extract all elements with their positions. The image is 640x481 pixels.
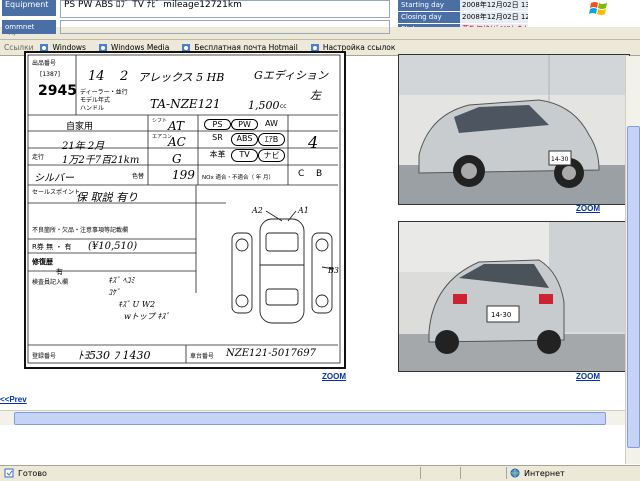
reg-label: 登録番号 [32,353,57,360]
chassis-value: TA-NZE121 [150,97,221,111]
vertical-scrollbar[interactable] [625,56,640,464]
year-value: 14 [88,69,105,84]
equip-code: PW [231,119,258,130]
mark-b3: B3 [327,266,339,275]
zone-text: Интернет [524,468,565,478]
page-done-icon [4,468,14,478]
handle-label: ハンドル [80,105,105,112]
sales-point-value: 保 取説 有り [76,191,138,204]
horizontal-scroll-thumb[interactable] [14,412,606,425]
starting-value: 2008年12月02日 13 [460,0,528,11]
inspection-value: 21年 2月 [62,141,105,152]
recycle-label: R券 無 ・ 有 [32,243,72,251]
equip-code: PS [204,119,231,130]
status-bar: Готово Интернет [0,465,640,481]
auction-sheet-image[interactable]: 出品番号 [1387] 2945 14 2 アレックス 5 HB Gエディション… [24,51,346,369]
cb-b: B [316,169,323,179]
zoom-link-sheet[interactable]: ZOOM [322,372,346,381]
car-front-image: 14-30 [399,55,629,204]
comment-value [60,20,390,34]
prev-link[interactable]: <<Prev [0,395,27,404]
defects-label: 不良箇所・欠品・注意事項等記載欄 [32,227,129,234]
starting-label: Starting day [398,0,460,11]
mark-a2: A2 [251,206,263,215]
closing-value: 2008年12月02日 12 [460,12,528,23]
mark-a1: A1 [297,206,309,215]
equip-code: AW [265,119,278,128]
repair-yes: 有 [56,268,63,276]
internet-zone-icon [510,468,520,478]
ac-value: AC [168,135,186,149]
plate-front: 14-30 [551,156,569,163]
reg-value: ﾄﾖ530 ﾌ 1430 [78,349,151,362]
cc-unit: cc [280,103,287,110]
cb-c: C [298,169,305,179]
lot-label: 出品番号 [32,60,57,67]
car-damage-diagram: A2 A1 B3 [231,206,339,324]
car-photo-rear[interactable]: 14-30 [398,221,630,372]
zoom-link-front[interactable]: ZOOM [576,204,600,213]
owner-value: 自家用 [66,122,94,132]
frame-value: NZE121-5017697 [226,348,316,359]
comment-label: ommnet [2,20,56,34]
color-code: 199 [172,168,195,182]
inspector-note: ｺｹﾞ [108,288,120,297]
car-rear-image: 14-30 [399,222,629,371]
doors-value: 左 [310,89,321,102]
plate-rear: 14-30 [491,311,511,319]
fuel-value: G [172,152,182,166]
equipment-value: PS PW ABS ﾛﾌﾞ TV ﾅﾋﾞ mileage12721km [60,0,390,18]
equip-code: ナビ [258,149,285,162]
color-label: 色替 [132,173,145,180]
equip-code: TV [231,149,258,162]
equipment-label: Equipment [2,0,56,16]
mileage-label: 走行 [32,154,45,161]
horizontal-scrollbar[interactable] [0,410,625,425]
repair-label: 修復歴 [32,258,53,266]
displacement-value: 1,500 [248,99,280,112]
inspector-note: wトップ ｷｽﾞ [124,312,170,321]
inspector-note: ｷｽﾞ ﾍｺﾐ [108,276,135,285]
inspector-note: ｷｽﾞ U W2 [118,300,156,309]
equip-code: SR [212,133,223,142]
seats-value: 4 [308,133,319,152]
car-photo-front[interactable]: 14-30 [398,54,630,205]
shift-label: シフト [152,118,168,124]
zoom-link-rear[interactable]: ZOOM [576,372,600,381]
windows-logo-icon [589,2,607,15]
equip-code: 本革 [209,150,226,159]
status-text: Готово [18,468,47,478]
mileage-value: 1万2千7百21km [62,155,140,166]
grade-value: Gエディション [254,69,329,82]
equipment-codes: PS PW AW SR ABS ｴｱB 本革 TV ナビ [204,119,286,162]
color-value: シルバー [34,173,74,184]
sales-point-label: セールスポイント [32,189,81,196]
frame-label: 車台番号 [190,353,215,360]
vertical-scroll-thumb[interactable] [627,126,640,448]
nox-label: NOx 適合・不適合（ 年 月） [202,175,274,181]
lot-number: 2945 [38,83,77,99]
closing-label: Closing day [398,12,460,23]
month-value: 2 [120,69,129,84]
model-name: アレックス 5 HB [138,71,225,84]
shift-value: AT [168,119,185,133]
recycle-value: (¥10,510) [88,241,138,252]
inspector-label: 検査員記入欄 [32,279,69,286]
equip-code: ABS [231,133,258,146]
equip-code: ｴｱB [258,133,285,146]
lot-small: [1387] [40,71,60,78]
